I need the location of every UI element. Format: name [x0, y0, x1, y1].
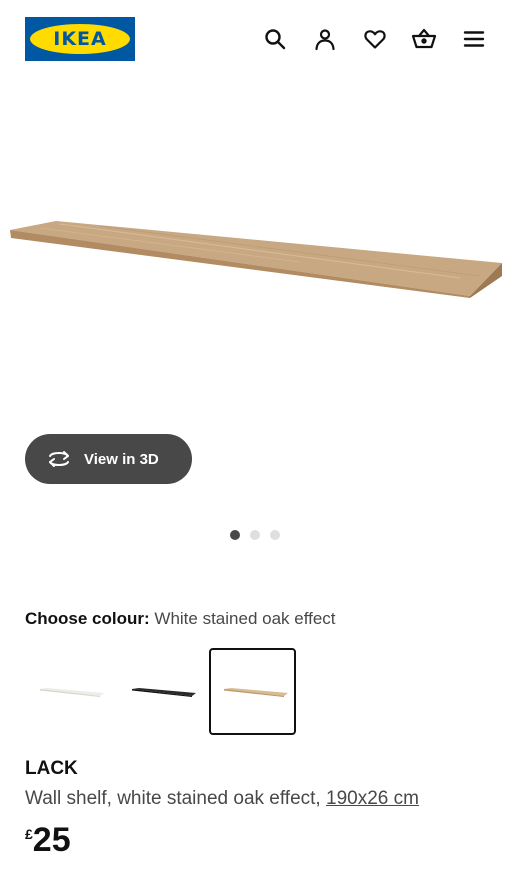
wall-shelf-illustration — [10, 221, 502, 298]
product-size-link[interactable]: 190x26 cm — [326, 788, 419, 809]
white-shelf-thumbnail — [39, 687, 104, 697]
oak-shelf-thumbnail — [223, 687, 288, 697]
colour-selector-text: Choose colour: White stained oak effect — [25, 609, 336, 629]
logo-oval: IKEA — [30, 24, 130, 54]
product-description: Wall shelf, white stained oak effect, 19… — [25, 788, 419, 810]
colour-selected-value: White stained oak effect — [154, 609, 336, 628]
colour-label: Choose colour: — [25, 609, 150, 628]
price-currency: £ — [25, 826, 33, 842]
rotate-3d-icon — [45, 447, 73, 471]
colour-swatch-oak[interactable] — [209, 648, 296, 735]
heart-icon[interactable] — [362, 26, 388, 52]
logo-text: IKEA — [53, 28, 107, 50]
carousel-dots — [230, 530, 280, 542]
product-price: £ 25 — [25, 820, 71, 860]
menu-icon[interactable] — [461, 26, 487, 52]
profile-icon[interactable] — [312, 26, 338, 52]
header: IKEA — [0, 0, 512, 80]
price-amount: 25 — [32, 821, 71, 859]
colour-swatch-black[interactable] — [117, 648, 204, 735]
carousel-dot-2[interactable] — [250, 530, 260, 540]
view-in-3d-label: View in 3D — [84, 450, 159, 468]
view-in-3d-button[interactable]: View in 3D — [25, 434, 192, 484]
colour-swatch-white[interactable] — [25, 648, 112, 735]
black-shelf-thumbnail — [131, 687, 196, 697]
ikea-logo[interactable]: IKEA — [25, 17, 135, 61]
carousel-dot-1[interactable] — [230, 530, 240, 540]
product-name: LACK — [25, 758, 78, 779]
basket-icon[interactable] — [411, 26, 437, 52]
search-icon[interactable] — [262, 26, 288, 52]
product-image[interactable] — [0, 190, 512, 310]
product-description-text: Wall shelf, white stained oak effect, — [25, 788, 326, 809]
carousel-dot-3[interactable] — [270, 530, 280, 540]
